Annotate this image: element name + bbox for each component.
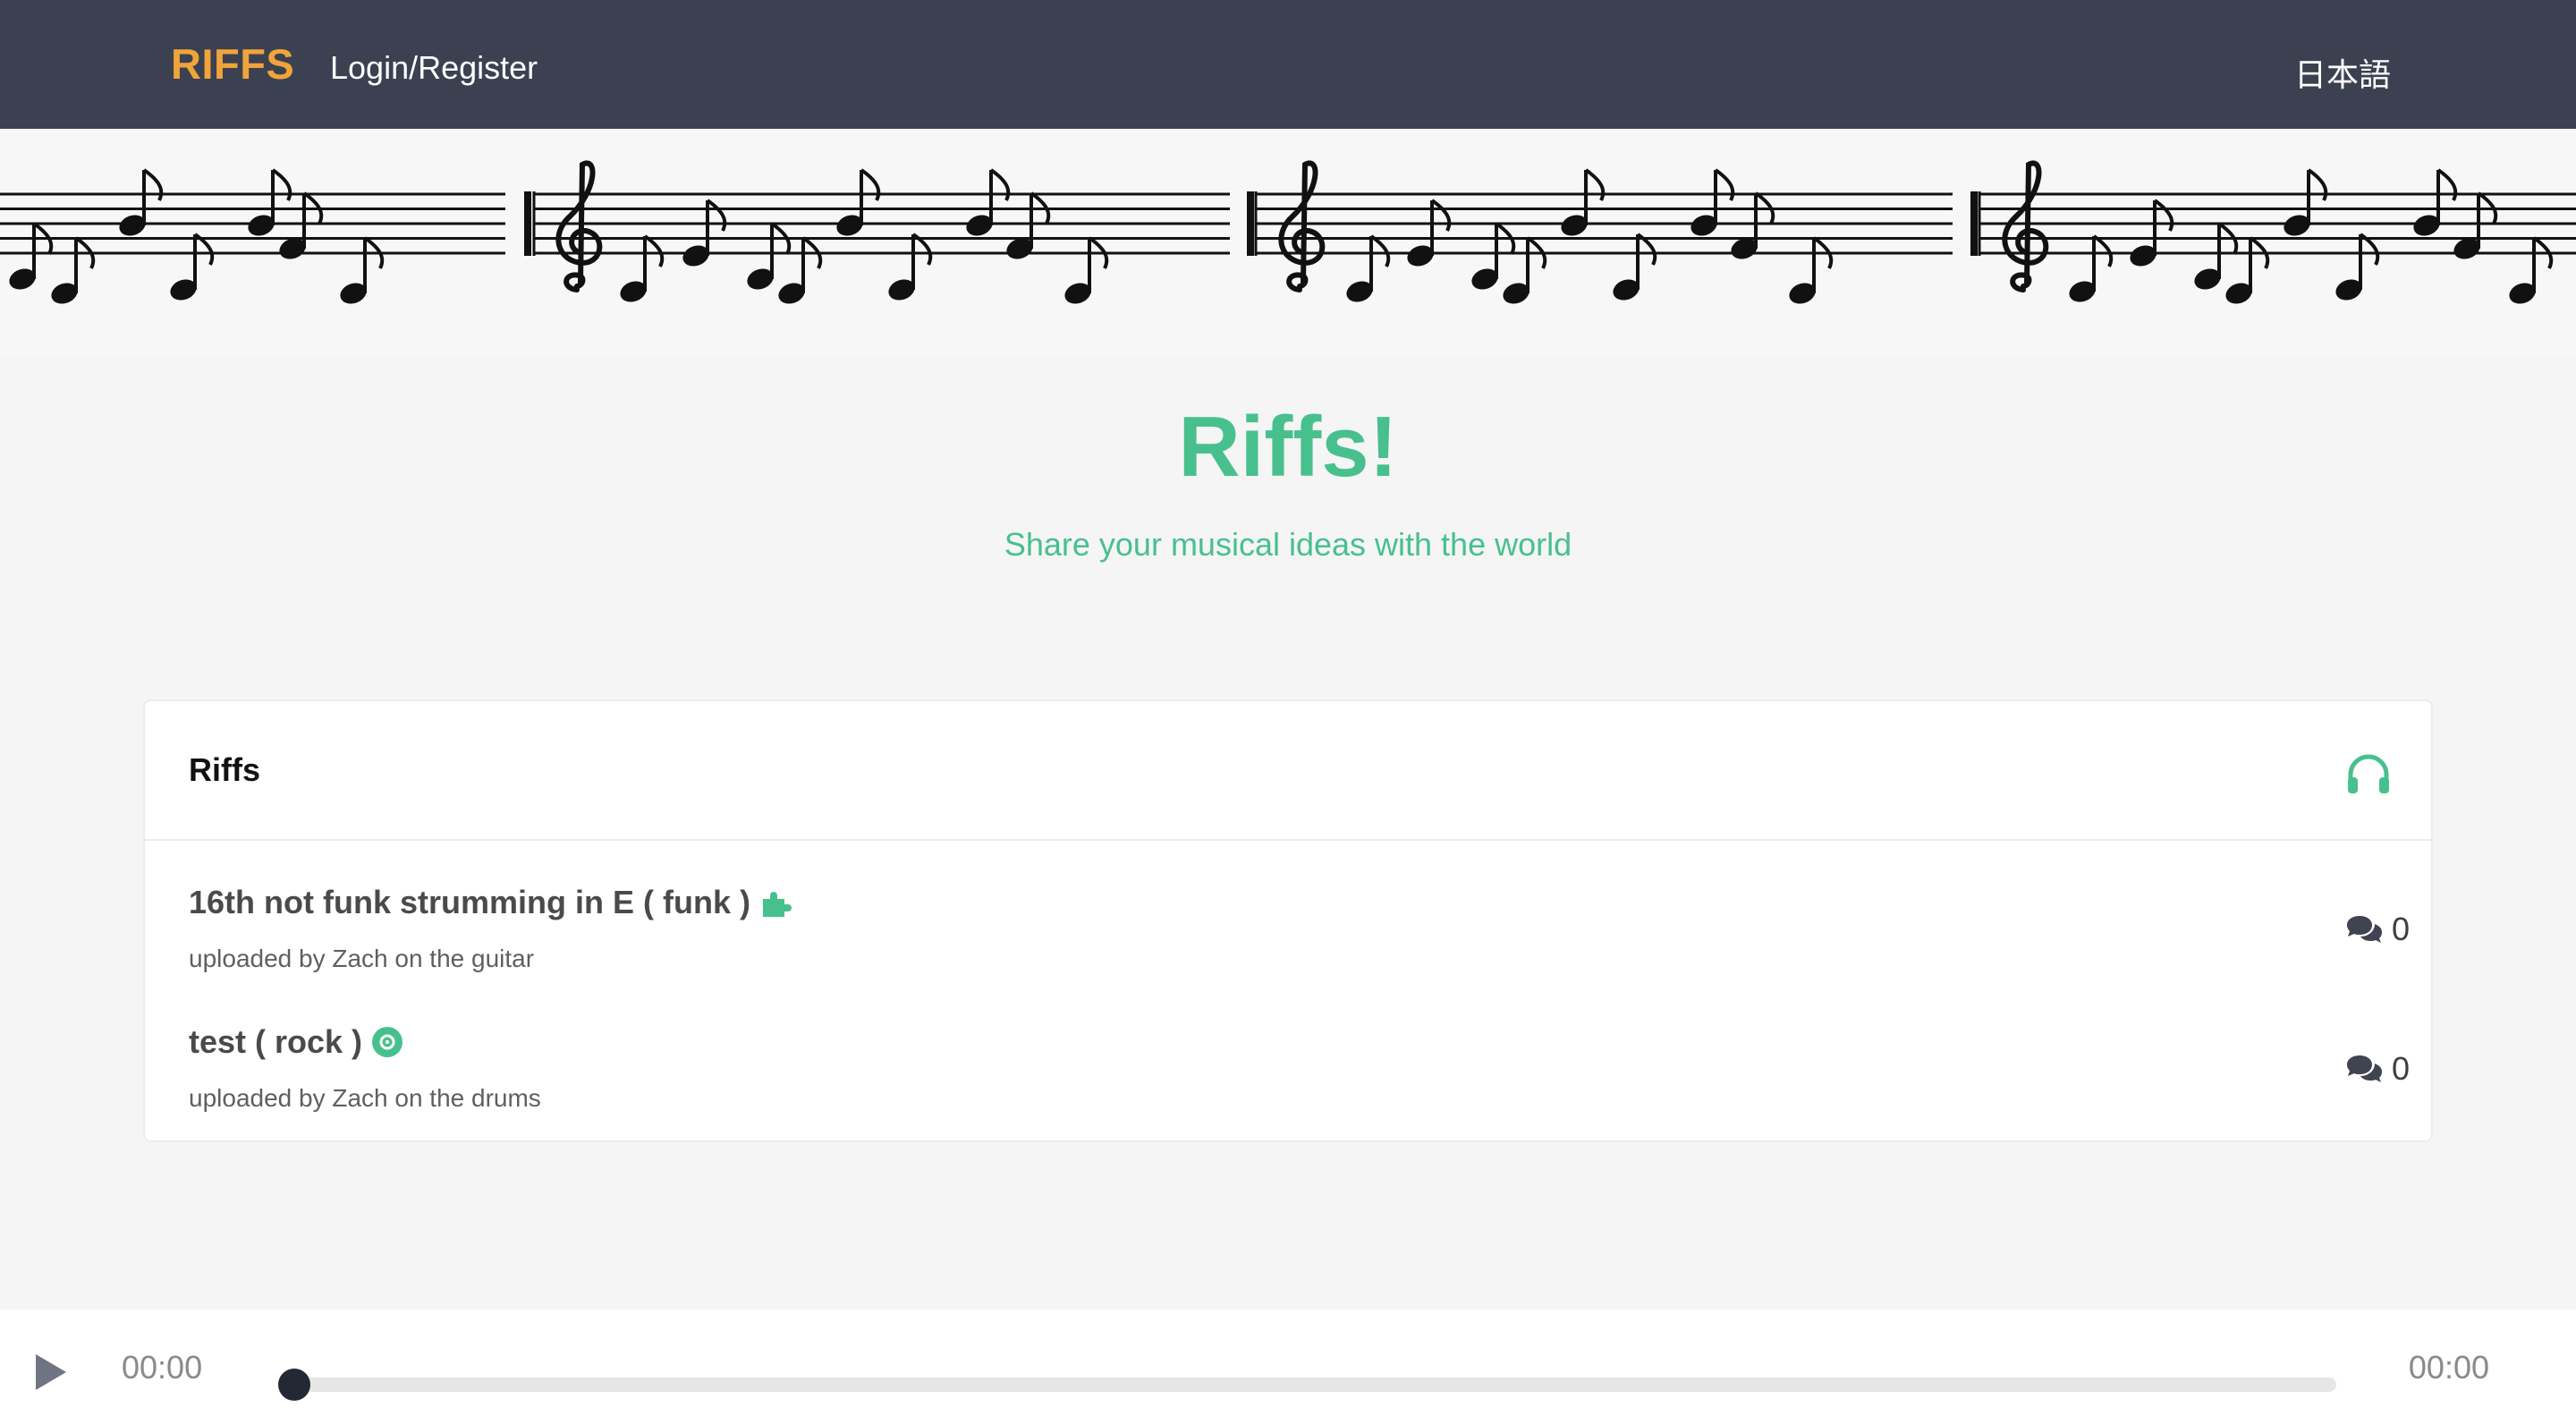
progress-handle[interactable] [278, 1369, 310, 1401]
sheet-music-image [0, 160, 2576, 304]
riff-title-link[interactable]: 16th not funk strumming in E ( funk ) [189, 884, 797, 921]
page-subtitle: Share your musical ideas with the world [1004, 526, 1572, 563]
audio-player-bar: 00:00 00:00 [0, 1310, 2576, 1424]
brand-logo-link[interactable]: RIFFS [171, 39, 294, 89]
language-switch-link[interactable]: 日本語 [2294, 49, 2391, 96]
riff-list-item: test ( rock ) uploaded by Zach on the dr… [145, 980, 2431, 1115]
riff-title-link[interactable]: test ( rock ) [189, 1023, 403, 1061]
riff-title-text: test ( rock ) [189, 1023, 363, 1060]
riffs-card-header: Riffs [145, 701, 2431, 841]
riffs-card: Riffs 16th not funk strumming in E ( fun… [143, 699, 2433, 1142]
riff-uploader-meta: uploaded by Zach on the guitar [189, 945, 535, 972]
play-button[interactable] [32, 1352, 70, 1393]
comment-count-value: 0 [2391, 911, 2410, 947]
current-time-label: 00:00 [122, 1349, 203, 1386]
riffs-card-title: Riffs [189, 751, 260, 788]
music-staff-banner [0, 129, 2576, 358]
total-time-label: 00:00 [2408, 1349, 2489, 1386]
progress-slider[interactable] [278, 1369, 2336, 1401]
riff-comments-count[interactable]: 0 [2345, 1050, 2410, 1088]
comments-icon [2346, 1055, 2382, 1082]
record-icon [371, 1026, 403, 1058]
page-title: Riffs! [1178, 399, 1398, 495]
riff-comments-count[interactable]: 0 [2345, 911, 2410, 948]
riff-title-text: 16th not funk strumming in E ( funk ) [189, 884, 750, 920]
headphones-icon[interactable] [2345, 753, 2392, 794]
riff-uploader-meta: uploaded by Zach on the drums [189, 1084, 541, 1112]
comment-count-value: 0 [2391, 1050, 2410, 1087]
top-navbar: RIFFS Login/Register 日本語 [0, 0, 2576, 129]
puzzle-icon [759, 886, 797, 919]
comments-icon [2346, 916, 2382, 943]
login-register-link[interactable]: Login/Register [330, 49, 538, 87]
riff-list-item: 16th not funk strumming in E ( funk ) up… [145, 841, 2431, 975]
